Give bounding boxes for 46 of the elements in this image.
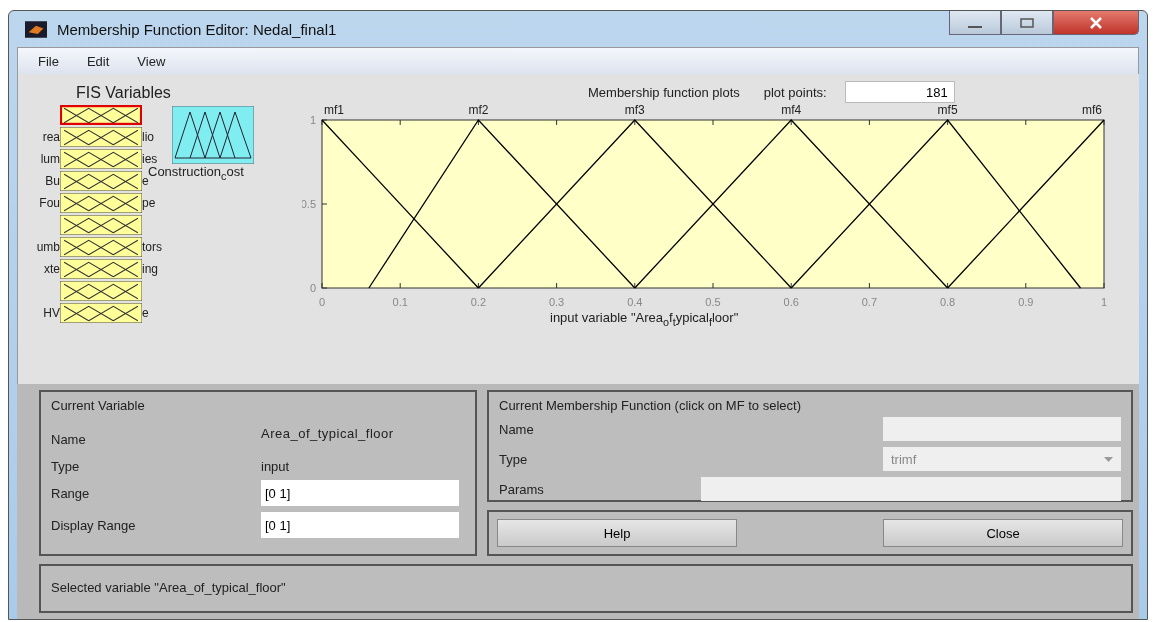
tick-label: 0.8 <box>939 296 956 308</box>
axis-label: input variable "Area$_{o}$f$_{t}$ypical$_{f}$loor" <box>550 310 739 328</box>
panel-title: Current Membership Function (click on MF to select) <box>499 398 801 413</box>
tick-label: 0.5 <box>302 198 316 210</box>
tick-label: 0.6 <box>783 296 799 308</box>
variable-label: rea <box>42 130 60 144</box>
field-label: Type <box>51 459 81 474</box>
tick-label: 0.5 <box>705 296 721 308</box>
field-label: Display Range <box>51 517 137 533</box>
variable-label: umb <box>36 240 60 254</box>
field-label: Params <box>499 481 545 497</box>
status-text: Selected variable "Area_of_typical_floor" <box>51 580 286 595</box>
variable-label: ing <box>142 262 158 276</box>
tick-label: 0 <box>318 296 326 308</box>
variable-label: lio <box>142 130 154 144</box>
variable-label: HV <box>43 306 60 320</box>
output-variable-label: Construction$_{c}$ost <box>148 164 245 182</box>
field-label: Type <box>499 451 529 467</box>
field-label: Range <box>51 485 91 501</box>
variable-label: lum <box>40 152 60 166</box>
tick-label: 0.2 <box>470 296 487 308</box>
variable-name: Area_of_typical_floor <box>261 425 395 443</box>
window-title: Membership Function Editor: Nedal_final1 <box>57 20 338 38</box>
tick-label: 0.1 <box>392 296 408 308</box>
variable-label: ies <box>142 152 158 166</box>
plot-points-label: plot points: <box>763 84 827 100</box>
tick-label: 1 <box>309 114 316 126</box>
variable-label: Bu <box>45 174 60 188</box>
tick-label: 0.7 <box>861 296 878 308</box>
variable-label: Fou <box>39 196 60 210</box>
variable-label: xte <box>44 262 60 276</box>
field-label: Name <box>51 431 87 447</box>
fis-variables-title: FIS Variables <box>76 84 172 102</box>
variable-label: pe <box>142 196 156 210</box>
tick-label: 1 <box>1100 296 1108 308</box>
variable-label: e <box>142 306 149 320</box>
tick-label: 0 <box>309 282 316 294</box>
variable-label: tors <box>142 240 162 254</box>
panel-title: Current Variable <box>51 398 146 413</box>
field-label: Name <box>499 421 535 437</box>
tick-label: 0.4 <box>627 296 643 308</box>
variable-type: input <box>261 459 291 474</box>
variable-label: e <box>142 174 149 188</box>
tick-label: 0.9 <box>1018 296 1034 308</box>
tick-label: 0.3 <box>548 296 565 308</box>
plot-title: Membership function plots <box>588 84 740 100</box>
